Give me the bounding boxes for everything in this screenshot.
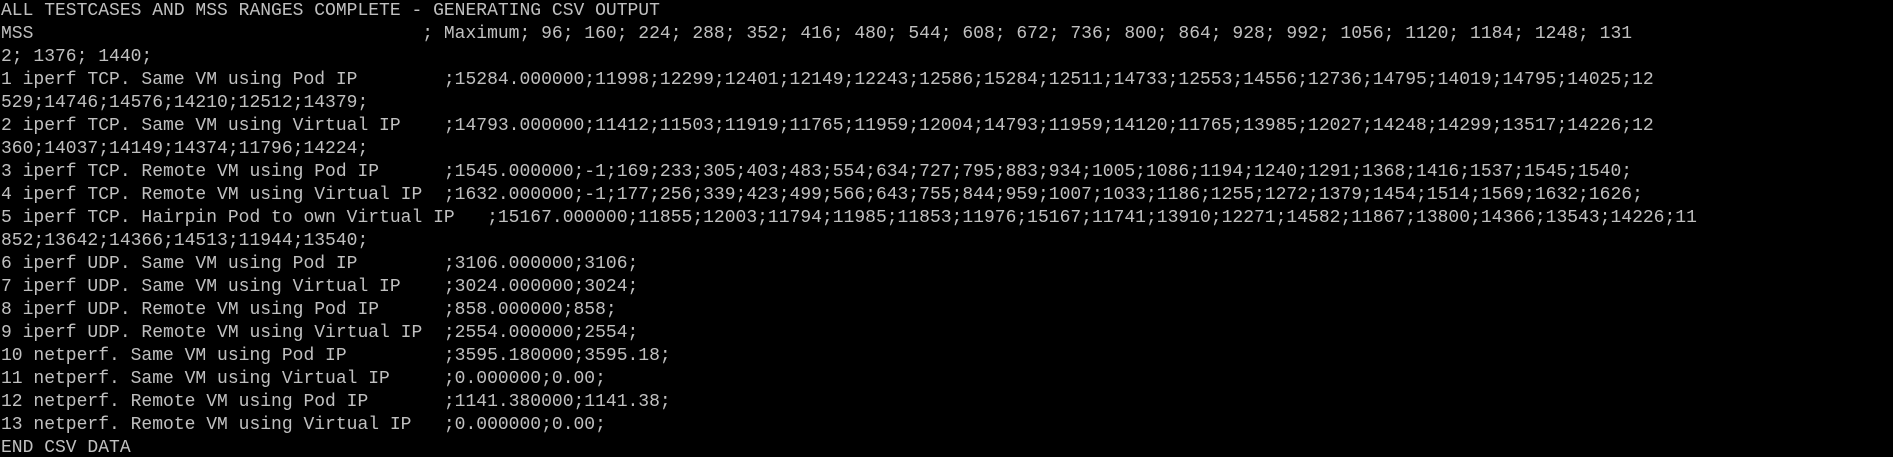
terminal-line-test-1: 1 iperf TCP. Same VM using Pod IP ;15284…	[1, 70, 1654, 90]
terminal-line-test-6: 6 iperf UDP. Same VM using Pod IP ;3106.…	[1, 254, 639, 274]
terminal-line-test-9: 9 iperf UDP. Remote VM using Virtual IP …	[1, 323, 639, 343]
terminal-line-test-11: 11 netperf. Same VM using Virtual IP ;0.…	[1, 369, 606, 389]
terminal-line-test-3: 3 iperf TCP. Remote VM using Pod IP ;154…	[1, 162, 1633, 182]
terminal-line-test-8: 8 iperf UDP. Remote VM using Pod IP ;858…	[1, 300, 617, 320]
terminal-line-test-5-wrap: 852;13642;14366;14513;11944;13540;	[1, 231, 369, 251]
terminal-line-test-5: 5 iperf TCP. Hairpin Pod to own Virtual …	[1, 208, 1697, 228]
terminal-line-test-2: 2 iperf TCP. Same VM using Virtual IP ;1…	[1, 116, 1654, 136]
terminal-line-footer: END CSV DATA	[1, 438, 131, 457]
terminal-line-mss-wrap: 2; 1376; 1440;	[1, 47, 153, 67]
terminal-line-test-2-wrap: 360;14037;14149;14374;11796;14224;	[1, 139, 369, 159]
terminal-line-header: ALL TESTCASES AND MSS RANGES COMPLETE - …	[1, 1, 660, 21]
terminal-line-test-1-wrap: 529;14746;14576;14210;12512;14379;	[1, 93, 369, 113]
terminal-line-mss: MSS ; Maximum; 96; 160; 224; 288; 352; 4…	[1, 24, 1633, 44]
terminal-line-test-4: 4 iperf TCP. Remote VM using Virtual IP …	[1, 185, 1643, 205]
terminal-window[interactable]: ALL TESTCASES AND MSS RANGES COMPLETE - …	[0, 0, 1893, 457]
terminal-line-test-12: 12 netperf. Remote VM using Pod IP ;1141…	[1, 392, 671, 412]
terminal-line-test-7: 7 iperf UDP. Same VM using Virtual IP ;3…	[1, 277, 639, 297]
terminal-line-test-13: 13 netperf. Remote VM using Virtual IP ;…	[1, 415, 606, 435]
terminal-line-test-10: 10 netperf. Same VM using Pod IP ;3595.1…	[1, 346, 671, 366]
